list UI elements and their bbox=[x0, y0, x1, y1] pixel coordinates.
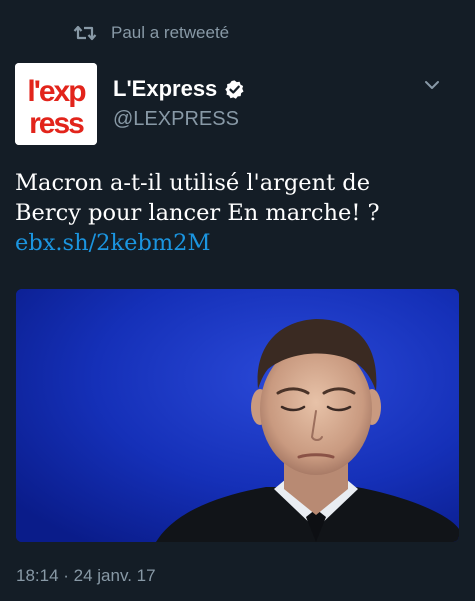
tweet-timestamp[interactable]: 18:14 · 24 janv. 17 bbox=[16, 566, 156, 586]
avatar-logo-bottom: ress bbox=[29, 107, 84, 140]
author-handle: @LEXPRESS bbox=[113, 108, 239, 130]
tweet-text: Macron a-t-il utilisé l'argent de Bercy … bbox=[15, 168, 460, 258]
verified-badge-icon bbox=[224, 79, 245, 100]
tweet-photo[interactable] bbox=[16, 289, 459, 542]
tweet-author[interactable]: L'Express @LEXPRESS bbox=[113, 74, 245, 131]
retweet-label: Paul a retweeté bbox=[111, 23, 230, 42]
retweet-context: Paul a retweeté bbox=[73, 20, 229, 46]
retweet-icon bbox=[73, 23, 97, 43]
chevron-down-icon[interactable] bbox=[421, 74, 443, 96]
tweet-link[interactable]: ebx.sh/2kebm2M bbox=[15, 228, 460, 258]
avatar[interactable]: l'exp ress bbox=[15, 63, 97, 145]
author-name[interactable]: L'Express bbox=[113, 76, 217, 102]
tweet-text-line: Bercy pour lancer En marche! ? bbox=[15, 200, 380, 226]
avatar-logo-top: l'exp bbox=[27, 75, 86, 108]
tweet-text-line: Macron a-t-il utilisé l'argent de bbox=[15, 170, 371, 196]
